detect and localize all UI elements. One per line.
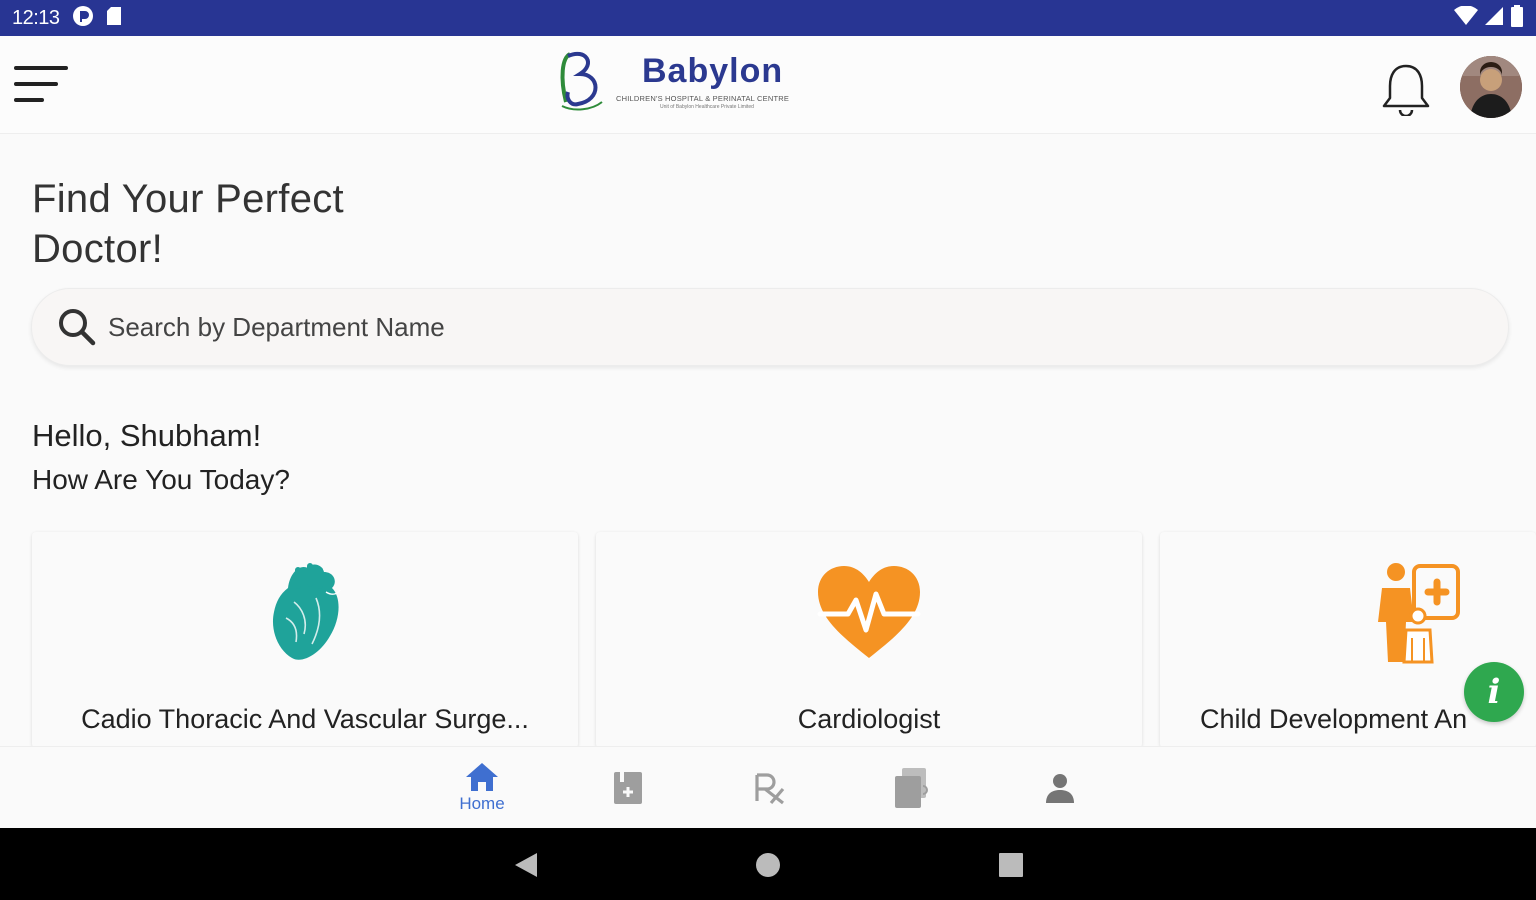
profile-icon bbox=[1046, 774, 1074, 803]
menu-line bbox=[14, 98, 44, 102]
battery-icon bbox=[1510, 4, 1524, 32]
status-bar: 12:13 bbox=[0, 0, 1536, 36]
logo-text: Babylon bbox=[642, 52, 784, 90]
wifi-icon bbox=[1454, 4, 1478, 31]
back-button[interactable] bbox=[508, 848, 544, 882]
back-triangle-icon bbox=[515, 853, 537, 877]
page-title-line2: Doctor! bbox=[32, 227, 164, 271]
appointments-icon bbox=[614, 772, 642, 804]
b-monogram-icon bbox=[560, 52, 603, 111]
recents-square-icon bbox=[999, 853, 1023, 877]
nav-profile[interactable] bbox=[1020, 747, 1100, 829]
department-label: Cadio Thoracic And Vascular Surge... bbox=[81, 704, 529, 734]
search-icon bbox=[59, 309, 96, 346]
system-navigation-bar bbox=[0, 828, 1536, 900]
reports-icon bbox=[895, 768, 928, 808]
child-care-icon bbox=[1378, 563, 1460, 664]
heartbeat-icon bbox=[817, 566, 921, 658]
home-circle-icon bbox=[756, 853, 780, 877]
menu-line bbox=[14, 66, 68, 70]
nav-appointments[interactable] bbox=[588, 747, 668, 829]
heart-anatomy-icon bbox=[272, 563, 341, 660]
menu-button[interactable] bbox=[14, 64, 70, 108]
page-title-line1: Find Your Perfect bbox=[32, 177, 344, 221]
department-card-cardio-thoracic[interactable]: Cadio Thoracic And Vascular Surge... bbox=[32, 532, 578, 748]
bottom-navigation: Home bbox=[0, 746, 1536, 828]
info-icon: i bbox=[1487, 672, 1501, 712]
search-bar[interactable] bbox=[31, 288, 1509, 366]
department-card-cardiologist[interactable]: Cardiologist bbox=[596, 532, 1142, 748]
nav-home-label: Home bbox=[459, 794, 505, 813]
nav-home[interactable]: Home bbox=[442, 747, 522, 829]
home-system-button[interactable] bbox=[750, 848, 786, 882]
info-button[interactable]: i bbox=[1464, 662, 1524, 722]
status-time: 12:13 bbox=[12, 6, 60, 29]
menu-line bbox=[14, 82, 58, 86]
signal-icon bbox=[1484, 6, 1504, 31]
department-label: Cardiologist bbox=[797, 704, 941, 734]
data-saver-icon bbox=[72, 5, 94, 32]
greeting-text: Hello, Shubham! bbox=[32, 418, 262, 453]
notification-bell-icon[interactable] bbox=[1378, 60, 1434, 118]
recents-button[interactable] bbox=[993, 848, 1029, 882]
prescription-icon bbox=[755, 773, 785, 805]
logo-tagline: CHILDREN'S HOSPITAL & PERINATAL CENTRE bbox=[616, 94, 790, 103]
nav-prescriptions[interactable] bbox=[730, 747, 810, 829]
profile-avatar[interactable] bbox=[1460, 56, 1522, 118]
babylon-logo: Babylon CHILDREN'S HOSPITAL & PERINATAL … bbox=[556, 46, 836, 122]
logo-subtagline: Unit of Babylon Healthcare Private Limit… bbox=[660, 104, 754, 110]
home-icon bbox=[466, 763, 498, 791]
search-input[interactable] bbox=[108, 311, 1408, 343]
nav-reports[interactable] bbox=[872, 747, 952, 829]
page-title: Find Your Perfect Doctor! bbox=[32, 174, 344, 274]
sd-card-icon bbox=[106, 6, 122, 31]
subgreeting-text: How Are You Today? bbox=[32, 464, 290, 495]
app-header: Babylon CHILDREN'S HOSPITAL & PERINATAL … bbox=[0, 36, 1536, 134]
